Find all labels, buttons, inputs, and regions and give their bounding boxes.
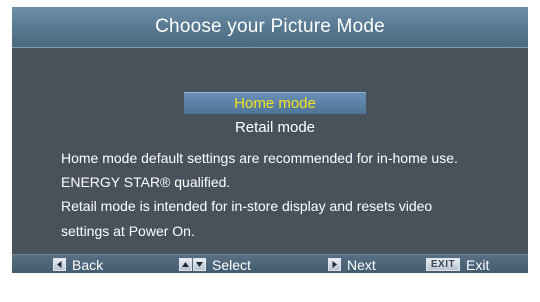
exit-hint[interactable]: EXIT Exit — [426, 256, 490, 273]
home-mode-label: Home mode — [234, 95, 316, 112]
back-hint[interactable]: Back — [53, 256, 104, 273]
select-label: Select — [212, 256, 251, 273]
back-label: Back — [72, 256, 104, 273]
right-arrow-key-icon — [328, 258, 341, 271]
retail-mode-option[interactable]: Retail mode — [184, 117, 366, 138]
down-arrow-key-icon — [193, 258, 206, 271]
footer-key-hints: Back Select Next EXIT Exit — [12, 254, 528, 273]
select-hint[interactable]: Select — [179, 256, 251, 273]
mode-description: Home mode default settings are recommend… — [61, 146, 521, 243]
retail-mode-label: Retail mode — [234, 119, 316, 136]
description-line-1: Home mode default settings are recommend… — [61, 150, 458, 166]
left-arrow-key-icon — [53, 258, 66, 271]
exit-key-icon: EXIT — [426, 258, 460, 271]
next-hint[interactable]: Next — [328, 256, 376, 273]
next-label: Next — [347, 256, 376, 273]
home-mode-option[interactable]: Home mode — [184, 92, 366, 114]
description-line-3: Retail mode is intended for in-store dis… — [61, 198, 433, 215]
exit-label: Exit — [466, 256, 490, 273]
title-bar: Choose your Picture Mode — [12, 7, 528, 48]
description-line-2: ENERGY STAR® qualified. — [61, 174, 231, 191]
dialog-title: Choose your Picture Mode — [155, 16, 385, 37]
picture-mode-dialog: Choose your Picture Mode Home mode Retai… — [12, 7, 528, 273]
description-line-4: settings at Power On. — [61, 222, 195, 239]
up-arrow-key-icon — [179, 258, 192, 271]
